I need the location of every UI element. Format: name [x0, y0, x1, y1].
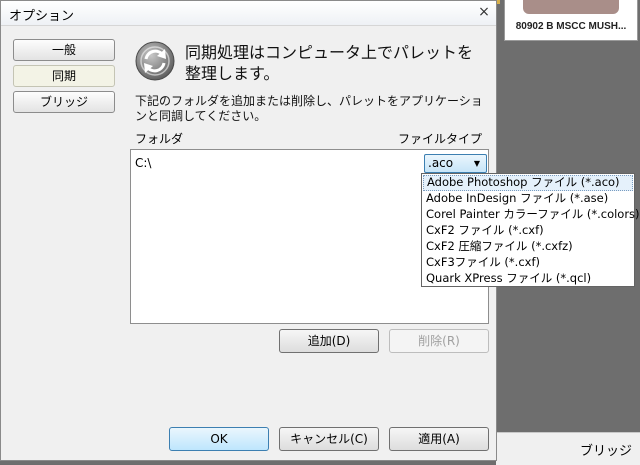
- bridge-tab-label[interactable]: ブリッジ: [580, 440, 632, 459]
- color-swatch-card[interactable]: 80902 B MSCC MUSH...: [504, 0, 638, 41]
- chevron-down-icon: ▼: [473, 159, 480, 168]
- nav-general-button[interactable]: 一般: [13, 39, 115, 61]
- dropdown-option[interactable]: Quark XPress ファイル (*.qcl): [423, 271, 633, 287]
- close-icon[interactable]: ×: [476, 4, 492, 20]
- dropdown-option[interactable]: CxF2 ファイル (*.cxf): [423, 223, 633, 239]
- filetype-dropdown-list[interactable]: Adobe Photoshop ファイル (*.aco) Adobe InDes…: [421, 173, 640, 287]
- sync-description: 下記のフォルダを追加または削除し、パレットをアプリケーショ ンと同調してください…: [135, 94, 491, 124]
- filetype-select-value: .aco: [428, 156, 454, 170]
- dropdown-option[interactable]: Adobe InDesign ファイル (*.ase): [423, 191, 633, 207]
- add-button[interactable]: 追加(D): [279, 329, 379, 353]
- ok-button[interactable]: OK: [169, 427, 269, 451]
- apply-button[interactable]: 適用(A): [389, 427, 489, 451]
- dropdown-option[interactable]: CxF2 圧縮ファイル (*.cxfz): [423, 239, 633, 255]
- dropdown-option[interactable]: CxF3ファイル (*.cxf): [423, 255, 633, 271]
- nav-sync-button[interactable]: 同期: [13, 65, 115, 87]
- dropdown-option[interactable]: Adobe Photoshop ファイル (*.aco): [423, 175, 633, 191]
- description-line-2: ンと同調してください。: [135, 109, 267, 123]
- dropdown-option[interactable]: Corel Painter カラーファイル (*.colors): [423, 207, 640, 223]
- sync-heading: 同期処理はコンピュータ上でパレットを 整理します。: [185, 42, 485, 84]
- heading-line-1: 同期処理はコンピュータ上でパレットを: [185, 43, 474, 62]
- column-header-folder: フォルダ: [135, 132, 184, 146]
- swatch-label: 80902 B MSCC MUSH...: [515, 21, 627, 32]
- title-bar: オプション ×: [1, 1, 496, 26]
- nav-bridge-button[interactable]: ブリッジ: [13, 91, 115, 113]
- sync-icon: [135, 41, 175, 81]
- description-line-1: 下記のフォルダを追加または削除し、パレットをアプリケーショ: [135, 94, 483, 108]
- cancel-button[interactable]: キャンセル(C): [279, 427, 379, 451]
- filetype-select[interactable]: .aco ▼: [424, 154, 487, 173]
- delete-button[interactable]: 削除(R): [389, 329, 489, 353]
- dialog-title: オプション: [9, 9, 75, 24]
- column-header-filetype: ファイルタイプ: [398, 132, 483, 146]
- swatch-color: [523, 0, 619, 14]
- background-bottom-bar: ブリッジ: [496, 432, 640, 465]
- folder-path[interactable]: C:\: [135, 156, 151, 170]
- heading-line-2: 整理します。: [185, 64, 280, 83]
